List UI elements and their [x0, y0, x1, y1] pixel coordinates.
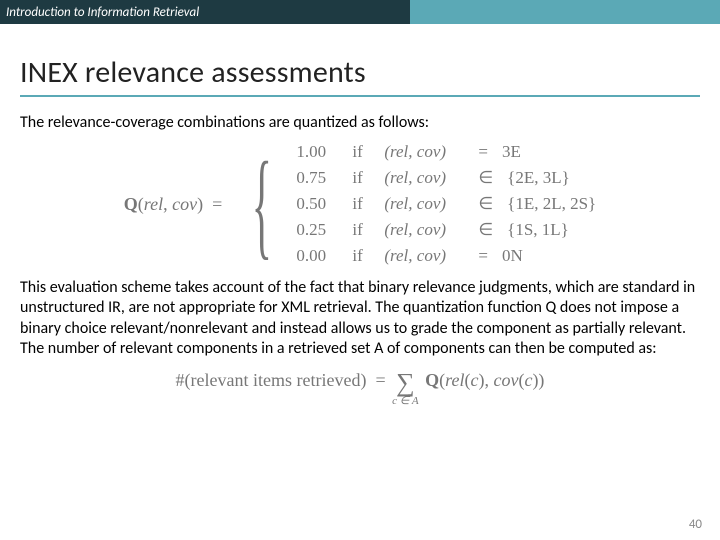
case-word: if — [352, 168, 370, 188]
eq1-case: 0.00 if (rel, cov) = 0N — [296, 246, 596, 266]
header-course-label: Introduction to Information Retrieval — [0, 0, 410, 24]
eq1-cases: 1.00 if (rel, cov) = 3E 0.75 if (rel, co… — [296, 142, 596, 266]
case-word: if — [352, 246, 370, 266]
eq2-lhs: #(relevant items retrieved) = — [176, 370, 391, 407]
case-rhs: {2E, 3L} — [507, 168, 570, 188]
case-op: = — [478, 246, 488, 266]
case-word: if — [352, 142, 370, 162]
eq1-case: 0.50 if (rel, cov) ∈ {1E, 2L, 2S} — [296, 194, 596, 214]
case-value: 0.75 — [296, 168, 338, 188]
count-equation: #(relevant items retrieved) = ∑ c ∈ A Q(… — [20, 370, 700, 407]
eq1-case: 1.00 if (rel, cov) = 3E — [296, 142, 596, 162]
case-op: ∈ — [478, 194, 493, 214]
case-cond: (rel, cov) — [384, 142, 464, 162]
header-bar: Introduction to Information Retrieval — [0, 0, 720, 24]
case-rhs: 0N — [502, 246, 523, 266]
case-cond: (rel, cov) — [384, 246, 464, 266]
case-cond: (rel, cov) — [384, 194, 464, 214]
slide-content: INEX relevance assessments The relevance… — [0, 24, 720, 407]
eq2-rhs: Q(rel(c), cov(c)) — [421, 370, 545, 407]
case-rhs: 3E — [502, 142, 521, 162]
case-rhs: {1S, 1L} — [507, 220, 569, 240]
brace-icon: { — [251, 144, 271, 264]
case-op: = — [478, 142, 488, 162]
case-op: ∈ — [478, 168, 493, 188]
lead-text: The relevance-coverage combinations are … — [20, 113, 700, 132]
case-value: 0.00 — [296, 246, 338, 266]
quantization-equation: Q(rel, cov) = { 1.00 if (rel, cov) = 3E … — [20, 142, 700, 266]
sum-subscript: c ∈ A — [392, 396, 419, 407]
title-rule — [20, 95, 700, 97]
case-value: 0.50 — [296, 194, 338, 214]
eq1-lhs: Q(rel, cov) = — [124, 194, 227, 215]
eq1-case: 0.25 if (rel, cov) ∈ {1S, 1L} — [296, 220, 596, 240]
eq1-case: 0.75 if (rel, cov) ∈ {2E, 3L} — [296, 168, 596, 188]
slide-title: INEX relevance assessments — [20, 54, 700, 91]
case-word: if — [352, 194, 370, 214]
case-cond: (rel, cov) — [384, 220, 464, 240]
explanation-paragraph: This evaluation scheme takes account of … — [20, 278, 700, 360]
case-word: if — [352, 220, 370, 240]
case-value: 1.00 — [296, 142, 338, 162]
case-op: ∈ — [478, 220, 493, 240]
case-value: 0.25 — [296, 220, 338, 240]
case-cond: (rel, cov) — [384, 168, 464, 188]
header-accent — [410, 0, 720, 24]
page-number: 40 — [689, 517, 702, 532]
case-rhs: {1E, 2L, 2S} — [507, 194, 596, 214]
sum-icon: ∑ c ∈ A — [392, 370, 419, 407]
